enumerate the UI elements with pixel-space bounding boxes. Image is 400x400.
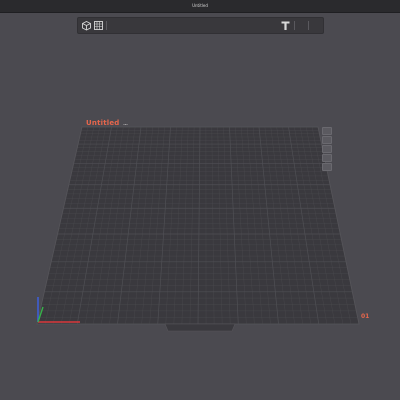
- plate-tools-column: [322, 127, 334, 172]
- orient-icon[interactable]: [322, 127, 332, 135]
- plate-number-label: 01: [361, 313, 370, 320]
- app-window: Untitled Untitled 01: [0, 0, 400, 400]
- plate-name-label[interactable]: Untitled: [86, 119, 120, 127]
- layers-icon[interactable]: [322, 163, 332, 171]
- settings-icon[interactable]: [322, 154, 332, 162]
- build-plate-view[interactable]: [0, 0, 400, 400]
- plate-handle: [164, 323, 236, 332]
- arrange-icon[interactable]: [322, 136, 332, 144]
- rename-plate-icon[interactable]: [123, 123, 128, 126]
- lock-icon[interactable]: [322, 145, 332, 153]
